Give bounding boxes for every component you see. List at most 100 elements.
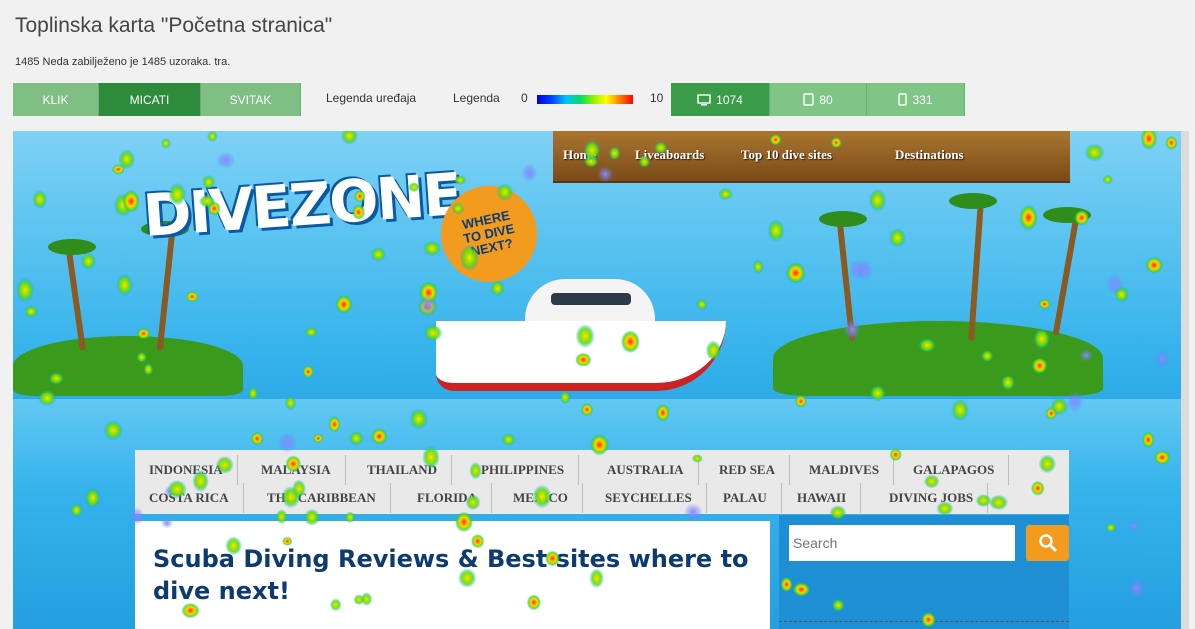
left-island <box>13 336 243 396</box>
menu-item-florida[interactable]: FLORIDA <box>403 483 492 513</box>
menu-item-seychelles[interactable]: SEYCHELLES <box>591 483 707 513</box>
heat-spot <box>417 297 438 316</box>
heat-spot <box>785 262 806 284</box>
heat-spot <box>490 280 505 297</box>
menu-item-diving-jobs[interactable]: DIVING JOBS <box>875 483 989 513</box>
menu-item-caribbean[interactable]: THE CARIBBEAN <box>253 483 391 513</box>
menu-item-malaysia[interactable]: MALAYSIA <box>247 455 346 485</box>
sample-summary: 1485 Neda zabilježeno je 1485 uzoraka. t… <box>15 56 231 68</box>
menu-item-australia[interactable]: AUSTRALIA <box>593 455 699 485</box>
menu-item-palau[interactable]: PALAU <box>709 483 782 513</box>
heat-spot <box>767 219 785 242</box>
desktop-count: 1074 <box>716 92 743 107</box>
menu-item-hawaii[interactable]: HAWAII <box>783 483 862 513</box>
heat-spot <box>111 164 125 175</box>
menu-item-thailand[interactable]: THAILAND <box>353 455 453 485</box>
mobile-count: 331 <box>912 92 933 107</box>
badge-text: WHERE TO DIVE NEXT? <box>460 207 516 259</box>
mode-scroll-button[interactable]: SVITAK <box>201 83 301 116</box>
heat-spot <box>215 151 236 169</box>
heat-spot <box>122 189 140 213</box>
mobile-icon <box>898 93 908 106</box>
sidebar-divider <box>779 621 1069 622</box>
nav-destinations-link[interactable]: Destinations <box>895 147 964 163</box>
menu-item-mexico[interactable]: MEXICO <box>499 483 583 513</box>
legend-label: Legenda <box>453 91 500 105</box>
heat-spot <box>1019 204 1038 231</box>
search-icon <box>1038 534 1056 552</box>
menu-item-galapagos[interactable]: GALAPAGOS <box>899 455 1010 485</box>
menu-item-red-sea[interactable]: RED SEA <box>705 455 790 485</box>
heat-spot <box>80 252 97 270</box>
heat-spot <box>206 131 218 143</box>
palm-leaf <box>1043 207 1091 223</box>
heat-spot <box>418 294 437 316</box>
menu-item-philippines[interactable]: PHILIPPINES <box>467 455 580 485</box>
device-desktop-button[interactable]: 1074 <box>671 83 770 116</box>
palm-tree <box>968 200 984 342</box>
heat-spot <box>1114 286 1129 303</box>
heat-spot <box>419 281 439 304</box>
search-button[interactable] <box>1026 525 1069 561</box>
heat-spot <box>16 277 35 303</box>
tablet-icon <box>803 93 815 106</box>
device-tablet-button[interactable]: 80 <box>770 83 867 116</box>
heat-spot <box>1165 135 1178 150</box>
heat-spot <box>32 190 48 209</box>
heat-spot <box>335 294 353 314</box>
heat-spot <box>340 131 358 145</box>
heat-spot <box>370 247 387 262</box>
site-nav-board: Home Liveaboards Top 10 dive sites Desti… <box>553 131 1070 183</box>
heat-spot <box>718 187 733 201</box>
heat-spot <box>116 273 133 297</box>
device-mobile-button[interactable]: 331 <box>867 83 965 116</box>
heat-legend-gradient <box>537 95 633 104</box>
menu-item-indonesia[interactable]: INDONESIA <box>135 455 238 485</box>
heat-spot <box>1106 274 1123 295</box>
site-logo[interactable]: DIVEZONE <box>141 160 463 250</box>
heat-spot <box>1084 143 1105 162</box>
heat-spot <box>849 259 865 280</box>
heat-spot <box>1038 298 1051 310</box>
heat-spot <box>1145 256 1164 274</box>
palm-leaf <box>48 239 96 255</box>
desktop-icon <box>697 93 711 105</box>
mode-click-button[interactable]: KLIK <box>13 83 99 116</box>
mode-move-button[interactable]: MICATI <box>99 83 201 116</box>
heat-spot <box>752 259 764 274</box>
heat-spot <box>1102 174 1113 185</box>
palm-tree <box>66 251 86 351</box>
heat-spot <box>888 228 906 248</box>
heat-spot <box>118 149 136 170</box>
heat-spot <box>302 365 314 379</box>
heat-spot <box>160 137 172 149</box>
menu-item-costa-rica[interactable]: COSTA RICA <box>135 483 244 513</box>
destination-menu: INDONESIA MALAYSIA THAILAND PHILIPPINES … <box>135 450 1069 514</box>
menu-item-maldives[interactable]: MALDIVES <box>795 455 895 485</box>
nav-top10-link[interactable]: Top 10 dive sites <box>741 147 832 163</box>
heat-spot <box>521 163 538 183</box>
palm-tree <box>836 221 856 341</box>
page-title: Toplinska karta "Početna stranica" <box>15 14 333 37</box>
legend-min: 0 <box>521 91 528 105</box>
search-input[interactable] <box>789 525 1015 561</box>
legend-max: 10 <box>650 91 664 105</box>
palm-leaf <box>949 193 997 209</box>
heat-spot <box>1154 350 1170 368</box>
heat-spot <box>696 298 708 311</box>
heat-spot <box>113 193 133 218</box>
nav-liveaboards-link[interactable]: Liveaboards <box>635 147 704 163</box>
heat-spot <box>23 305 39 318</box>
tablet-count: 80 <box>819 92 833 107</box>
heat-spot <box>856 259 873 282</box>
preview-scrollbar[interactable] <box>1181 131 1189 629</box>
heat-spot <box>304 326 318 338</box>
heat-spot <box>868 188 887 212</box>
device-legend-label: Legenda uređaja <box>326 91 417 105</box>
palm-tree <box>1052 216 1080 336</box>
website-preview: Home Liveaboards Top 10 dive sites Desti… <box>13 131 1189 629</box>
nav-home-link[interactable]: Home <box>563 147 596 163</box>
heat-spot <box>185 290 199 303</box>
boat-window <box>551 293 631 305</box>
heat-spot <box>423 240 441 257</box>
